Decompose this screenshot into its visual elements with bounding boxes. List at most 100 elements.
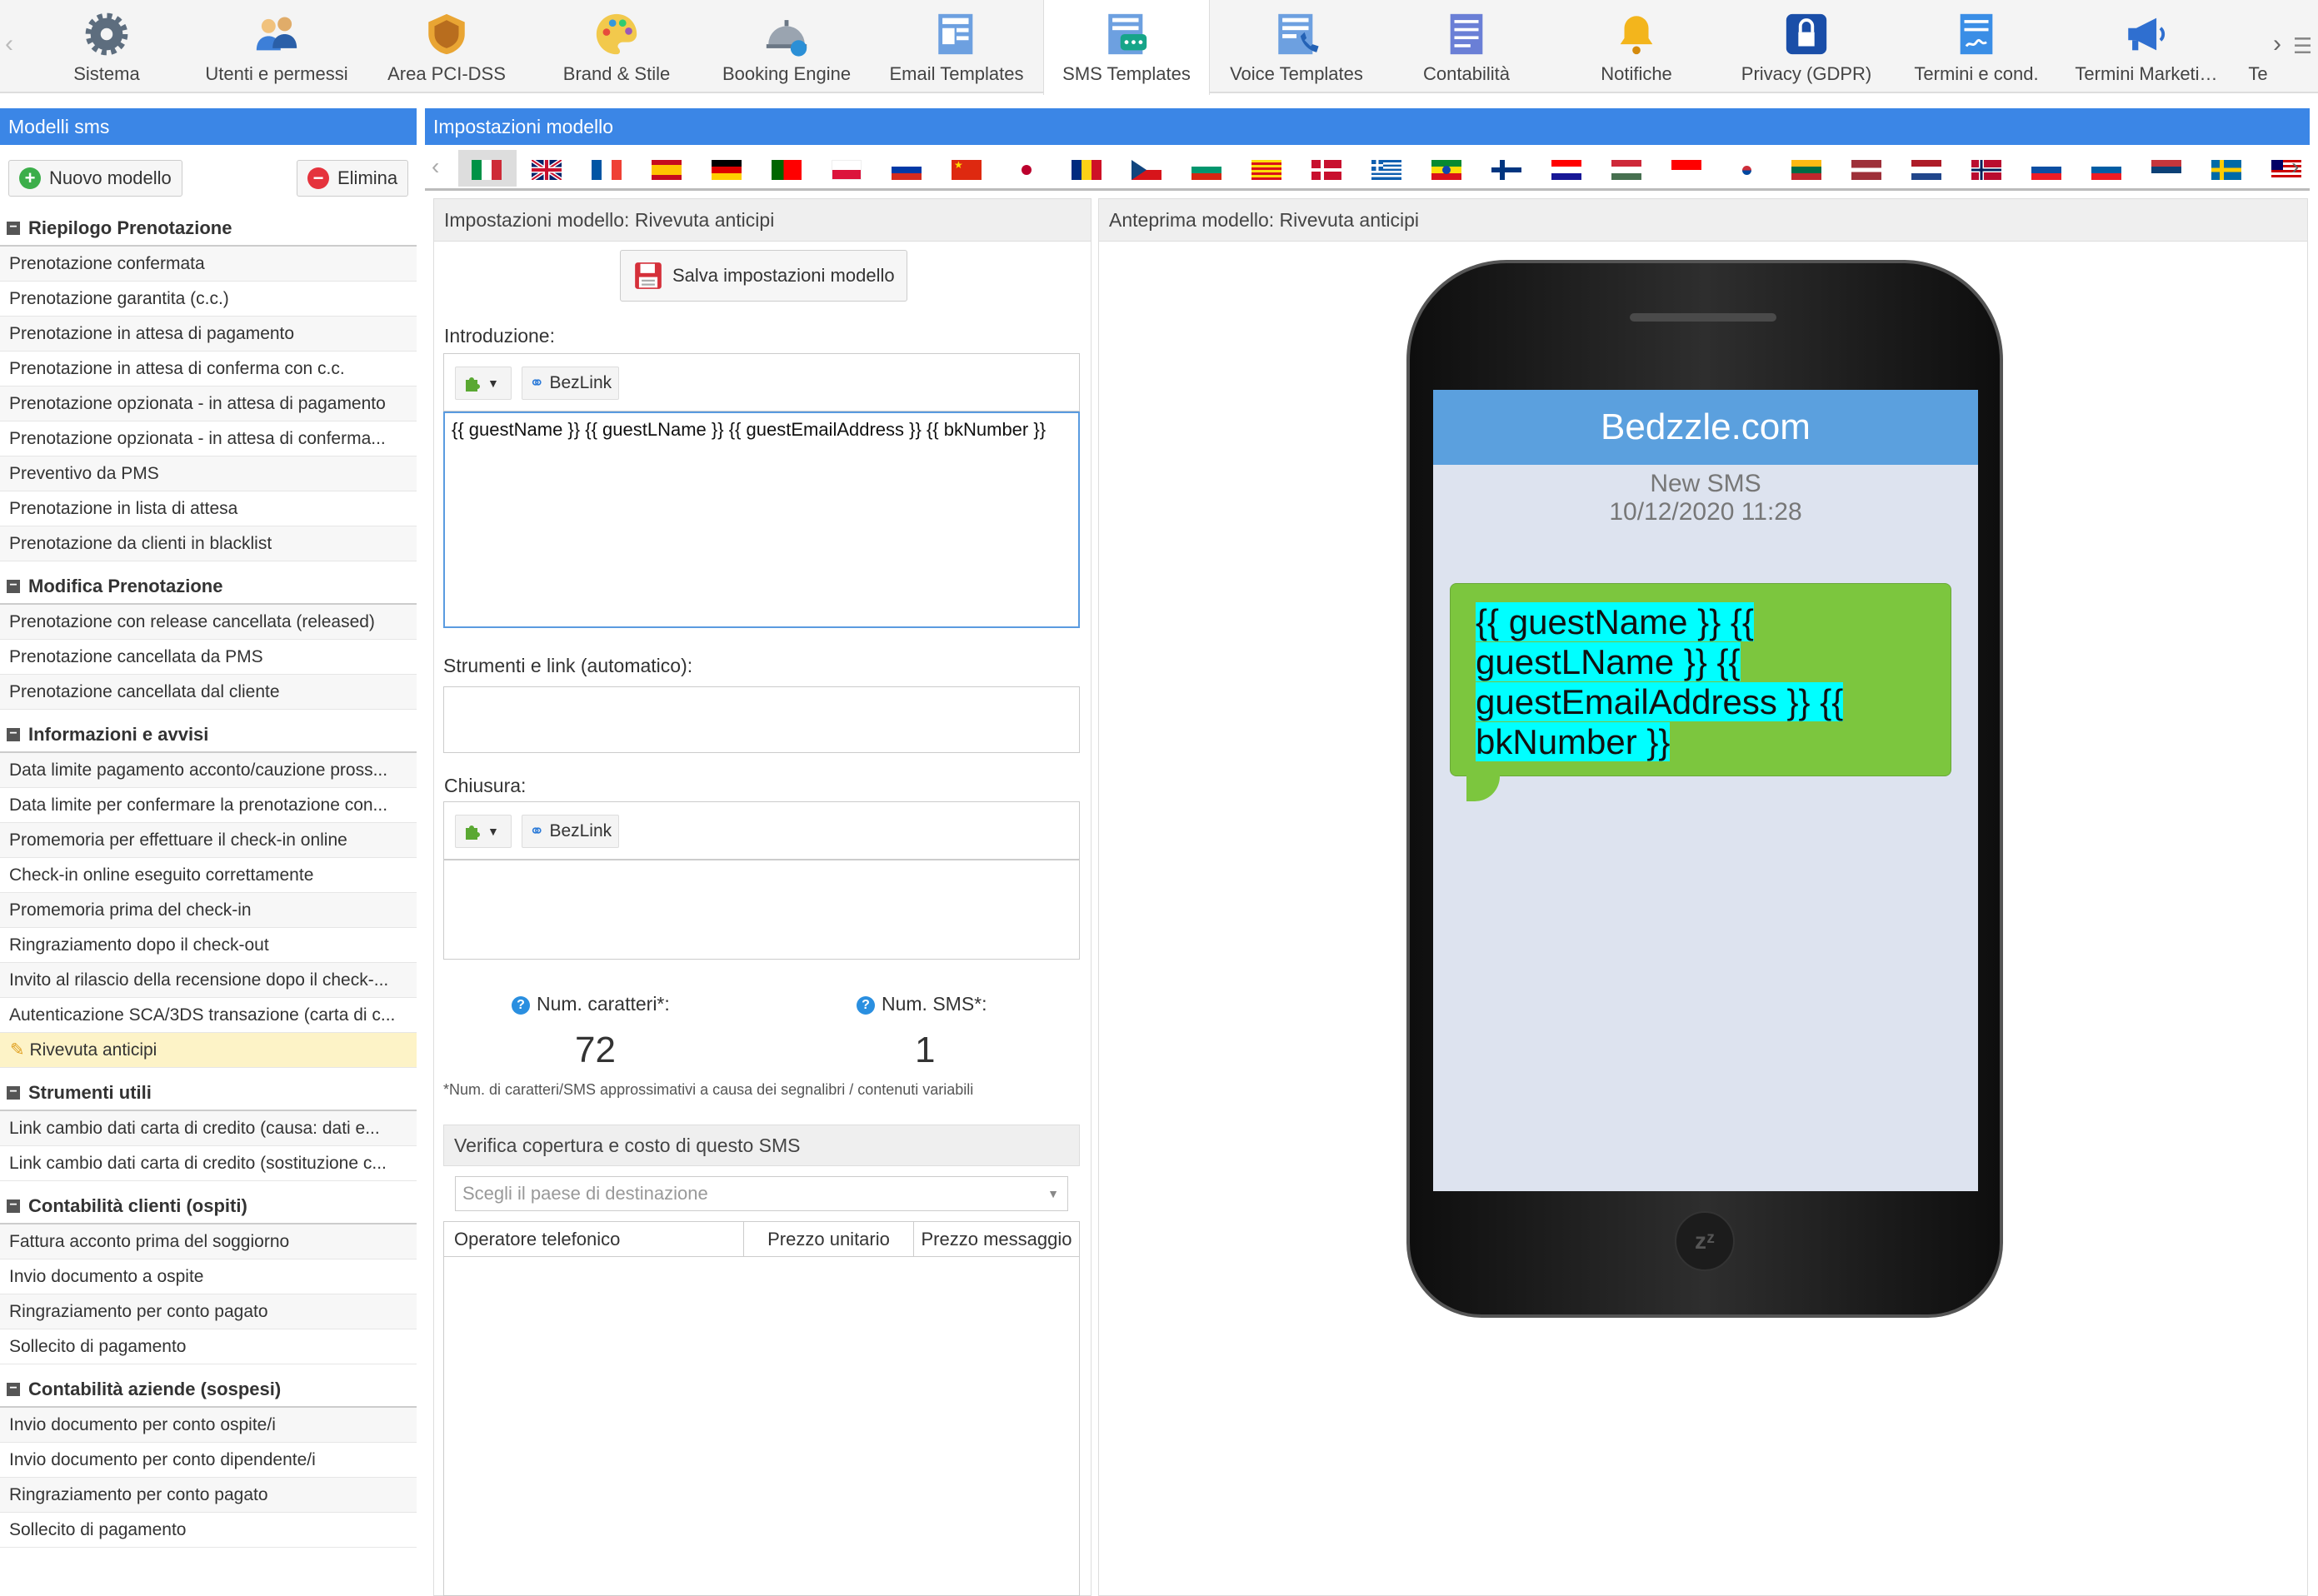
template-list-item[interactable]: Prenotazione da clienti in blacklist [0, 526, 417, 561]
nav-item-sms-templates[interactable]: SMS Templates [1043, 0, 1210, 95]
flag-cz-icon[interactable] [1132, 160, 1161, 180]
template-list-item[interactable]: Link cambio dati carta di credito (sosti… [0, 1146, 417, 1181]
template-list-item[interactable]: Autenticazione SCA/3DS transazione (cart… [0, 998, 417, 1033]
nav-item-booking-engine[interactable]: Booking Engine [703, 0, 870, 93]
flag-de-icon[interactable] [712, 160, 742, 180]
flag-rs-icon[interactable] [2151, 160, 2181, 180]
template-list-item[interactable]: Prenotazione garantita (c.c.) [0, 282, 417, 317]
template-list-item[interactable]: Ringraziamento dopo il check-out [0, 928, 417, 963]
nav-item-email-templates[interactable]: Email Templates [873, 0, 1040, 93]
nav-item-privacy-gdpr[interactable]: Privacy (GDPR) [1723, 0, 1890, 93]
template-list-item[interactable]: Check-in online eseguito correttamente [0, 858, 417, 893]
flag-nl-icon[interactable] [1911, 160, 1941, 180]
nav-item-sistema[interactable]: Sistema [23, 0, 190, 93]
flag-jp-icon[interactable] [1012, 160, 1042, 180]
template-list-item[interactable]: Prenotazione opzionata - in attesa di co… [0, 421, 417, 456]
flag-kr-icon[interactable] [1731, 160, 1761, 180]
intro-bezlink-button[interactable]: ⚭ BezLink [522, 367, 620, 400]
section-header[interactable]: − Informazioni e avvisi [0, 718, 417, 753]
flag-fr-icon[interactable] [592, 160, 622, 180]
flag-bg-icon[interactable] [1191, 160, 1221, 180]
flag-no-icon[interactable] [1971, 160, 2001, 180]
template-list-item[interactable]: Link cambio dati carta di credito (causa… [0, 1111, 417, 1146]
template-list-item[interactable]: Invio documento per conto ospite/i [0, 1408, 417, 1443]
flag-ru-icon[interactable] [892, 160, 922, 180]
section-header[interactable]: − Riepilogo Prenotazione [0, 212, 417, 247]
flag-et-icon[interactable] [1431, 160, 1461, 180]
flag-pt-icon[interactable] [772, 160, 802, 180]
flag-se-icon[interactable] [2211, 160, 2241, 180]
save-settings-button[interactable]: Salva impostazioni modello [620, 250, 907, 302]
template-list-item[interactable]: Invito al rilascio della recensione dopo… [0, 963, 417, 998]
flag-id-icon[interactable] [1671, 160, 1701, 180]
flag-it-icon[interactable] [472, 160, 502, 180]
flag-ro-icon[interactable] [1072, 160, 1102, 180]
nav-item-notifiche[interactable]: Notifiche [1553, 0, 1720, 93]
template-list-item[interactable]: Prenotazione opzionata - in attesa di pa… [0, 387, 417, 421]
nav-more-icon[interactable]: ☰ [2293, 33, 2312, 59]
flag-lt-icon[interactable] [1791, 160, 1821, 180]
template-list-item[interactable]: Promemoria per effettuare il check-in on… [0, 823, 417, 858]
template-list-item[interactable]: Fattura acconto prima del soggiorno [0, 1224, 417, 1259]
template-list-item[interactable]: Prenotazione cancellata dal cliente [0, 675, 417, 710]
intro-editor[interactable]: {{ guestName }} {{ guestLName }} {{ gues… [443, 411, 1080, 628]
help-icon[interactable]: ? [857, 995, 875, 1015]
flag-gr-icon[interactable] [1371, 160, 1401, 180]
flag-lv-icon[interactable] [1851, 160, 1881, 180]
closing-bezlink-button[interactable]: ⚭ BezLink [522, 815, 620, 848]
flag-si-icon[interactable] [2091, 160, 2121, 180]
collapse-icon[interactable]: − [7, 221, 20, 235]
template-list-item[interactable]: Preventivo da PMS [0, 456, 417, 491]
closing-plugin-dropdown[interactable]: ▼ [455, 815, 512, 848]
delete-button[interactable]: − Elimina [297, 160, 409, 197]
flag-dk-icon[interactable] [1311, 160, 1341, 180]
template-list-item[interactable]: Data limite pagamento acconto/cauzione p… [0, 753, 417, 788]
flag-es-icon[interactable] [652, 160, 682, 180]
nav-item-termini-marketi[interactable]: Termini Marketi… [2063, 0, 2230, 93]
country-select[interactable]: Scegli il paese di destinazione ▼ [455, 1176, 1068, 1211]
template-list-item[interactable]: Prenotazione in lista di attesa [0, 491, 417, 526]
flag-scroll-left-icon[interactable]: ‹ [432, 153, 439, 180]
template-list-item[interactable]: Prenotazione confermata [0, 247, 417, 282]
closing-editor[interactable] [443, 860, 1080, 960]
nav-item-brand-stile[interactable]: Brand & Stile [533, 0, 700, 93]
nav-item-contabilit[interactable]: Contabilità [1383, 0, 1550, 93]
template-list-item[interactable]: Invio documento a ospite [0, 1259, 417, 1294]
flag-scroll-right-icon[interactable]: › [2291, 153, 2299, 180]
flag-hr-icon[interactable] [1551, 160, 1581, 180]
template-list-item[interactable]: Sollecito di pagamento [0, 1513, 417, 1548]
nav-scroll-right-icon[interactable]: › [2273, 30, 2281, 58]
flag-gb-icon[interactable] [532, 160, 562, 180]
flag-sk-icon[interactable] [2031, 160, 2061, 180]
template-list-item[interactable]: Sollecito di pagamento [0, 1329, 417, 1364]
tools-field[interactable] [443, 686, 1080, 753]
template-list-item[interactable]: Ringraziamento per conto pagato [0, 1294, 417, 1329]
collapse-icon[interactable]: − [7, 1199, 20, 1213]
collapse-icon[interactable]: − [7, 727, 20, 741]
nav-scroll-left-icon[interactable]: ‹ [5, 30, 13, 58]
intro-plugin-dropdown[interactable]: ▼ [455, 367, 512, 400]
nav-item-termini-e-cond[interactable]: Termini e cond. [1893, 0, 2060, 93]
template-list-item[interactable]: ✎ Rivevuta anticipi [0, 1033, 417, 1068]
section-header[interactable]: − Strumenti utili [0, 1076, 417, 1111]
flag-cn-icon[interactable]: ★ [952, 160, 982, 180]
nav-item-utenti-e-permessi[interactable]: Utenti e permessi [193, 0, 360, 93]
template-list-item[interactable]: Data limite per confermare la prenotazio… [0, 788, 417, 823]
nav-item-area-pci-dss[interactable]: Area PCI-DSS [363, 0, 530, 93]
section-header[interactable]: − Contabilità clienti (ospiti) [0, 1190, 417, 1224]
flag-hu-icon[interactable] [1611, 160, 1641, 180]
help-icon[interactable]: ? [512, 995, 530, 1015]
new-template-button[interactable]: + Nuovo modello [8, 160, 182, 197]
flag-fi-icon[interactable] [1491, 160, 1521, 180]
collapse-icon[interactable]: − [7, 1085, 20, 1100]
collapse-icon[interactable]: − [7, 1382, 20, 1396]
template-list-item[interactable]: Invio documento per conto dipendente/i [0, 1443, 417, 1478]
template-list-item[interactable]: Prenotazione in attesa di pagamento [0, 317, 417, 352]
template-list-item[interactable]: Promemoria prima del check-in [0, 893, 417, 928]
section-header[interactable]: − Modifica Prenotazione [0, 570, 417, 605]
template-list-item[interactable]: Prenotazione in attesa di conferma con c… [0, 352, 417, 387]
template-list-item[interactable]: Prenotazione con release cancellata (rel… [0, 605, 417, 640]
flag-pl-icon[interactable] [832, 160, 862, 180]
collapse-icon[interactable]: − [7, 579, 20, 593]
flag-ca-icon[interactable] [1251, 160, 1281, 180]
